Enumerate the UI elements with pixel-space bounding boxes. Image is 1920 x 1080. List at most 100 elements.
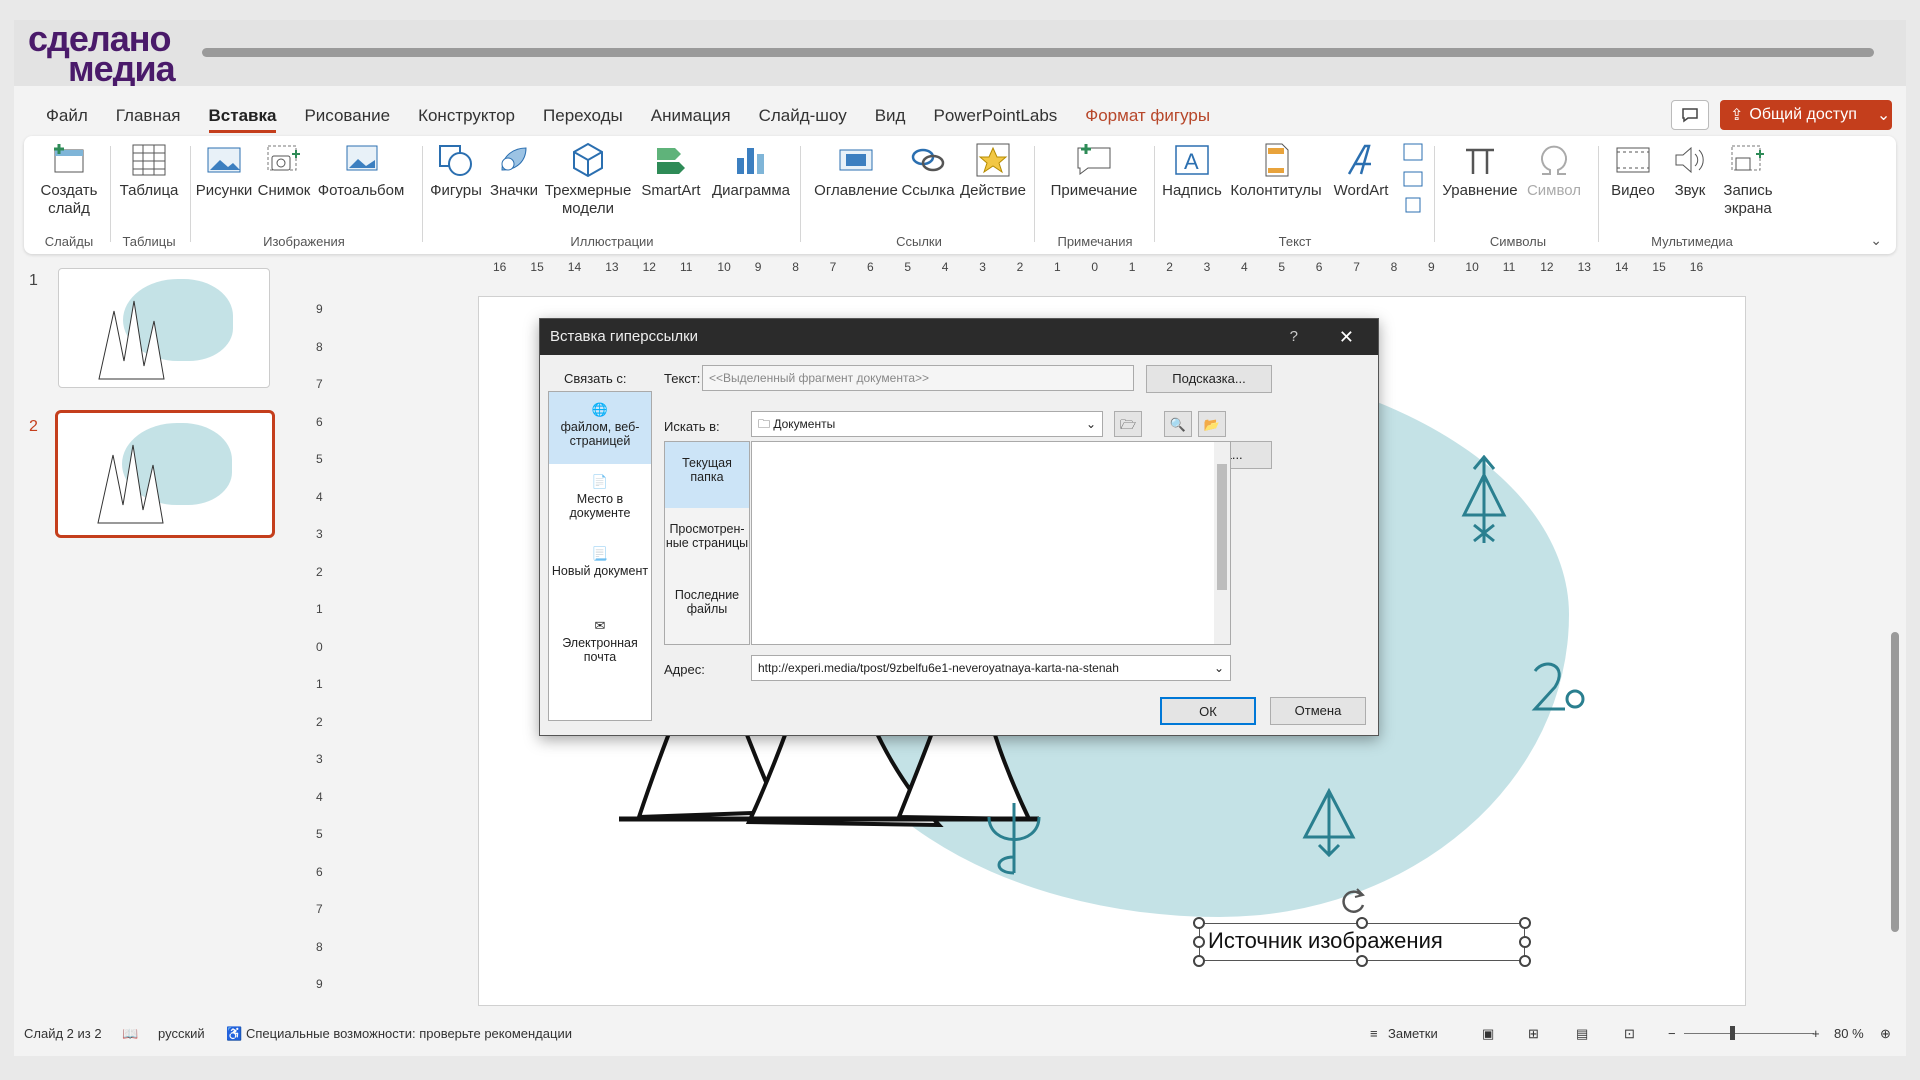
toc-button[interactable]: Оглавление — [814, 142, 898, 200]
screenshot-label: Снимок — [257, 182, 311, 199]
resize-handle-l[interactable] — [1193, 936, 1205, 948]
normal-view-icon[interactable]: ▣ — [1482, 1026, 1494, 1042]
camera-icon — [267, 145, 300, 171]
collapse-ribbon-icon[interactable]: ⌄ — [1870, 232, 1882, 249]
link-type-email[interactable]: ✉ Электронная почта — [549, 608, 651, 680]
new-slide-button[interactable]: Создать слайд — [34, 142, 104, 218]
rotate-handle-icon[interactable] — [1339, 887, 1369, 917]
resize-handle-tr[interactable] — [1519, 917, 1531, 929]
chart-button[interactable]: Диаграмма — [708, 142, 794, 200]
tab-view[interactable]: Вид — [861, 104, 920, 128]
comment-button[interactable]: Примечание — [1042, 142, 1146, 200]
header-footer-button[interactable]: Колонтитулы — [1228, 142, 1324, 200]
zoom-slider-thumb[interactable] — [1730, 1026, 1735, 1040]
tab-shape-format[interactable]: Формат фигуры — [1071, 104, 1224, 128]
display-text-field[interactable]: <<Выделенный фрагмент документа>> — [702, 365, 1134, 391]
tab-insert[interactable]: Вставка — [195, 104, 291, 133]
tab-powerpointlabs[interactable]: PowerPointLabs — [919, 104, 1071, 128]
language-status[interactable]: русский — [158, 1026, 205, 1041]
top-banner: сделано медиа — [14, 20, 1906, 87]
link-button[interactable]: Ссылка — [900, 142, 956, 200]
slide-sorter-icon[interactable]: ⊞ — [1528, 1026, 1539, 1042]
accessibility-status[interactable]: Специальные возможности: проверьте реком… — [246, 1026, 572, 1041]
shapes-button[interactable]: Фигуры — [426, 142, 486, 200]
cancel-button[interactable]: Отмена — [1270, 697, 1366, 725]
table-icon — [132, 144, 166, 176]
textbox-button[interactable]: A Надпись — [1158, 142, 1226, 200]
look-in-select[interactable]: 🗀 Документы ⌄ — [751, 411, 1103, 437]
slide-thumbnail-2[interactable] — [55, 410, 275, 538]
resize-handle-r[interactable] — [1519, 936, 1531, 948]
resize-handle-b[interactable] — [1356, 955, 1368, 967]
ruler-tick-label: 8 — [316, 939, 323, 954]
table-button[interactable]: Таблица — [114, 142, 184, 200]
resize-handle-t[interactable] — [1356, 917, 1368, 929]
browse-web-icon: 🔍 — [1169, 417, 1187, 432]
group-label-comments: Примечания — [1057, 234, 1133, 249]
recent-files-tab[interactable]: Последние файлы — [665, 574, 749, 640]
video-button[interactable]: Видео — [1602, 142, 1664, 200]
zoom-slider[interactable] — [1684, 1033, 1814, 1034]
reading-view-icon[interactable]: ▤ — [1576, 1026, 1588, 1042]
group-label-tables: Таблицы — [122, 234, 176, 249]
tab-file[interactable]: Файл — [32, 104, 102, 128]
browse-web-button[interactable]: 🔍 — [1164, 411, 1192, 437]
browse-file-button[interactable]: 📂 — [1198, 411, 1226, 437]
file-list-scroll-thumb[interactable] — [1217, 464, 1227, 590]
link-type-file-web[interactable]: 🌐 файлом, веб-страницей — [549, 392, 651, 464]
equation-button[interactable]: Уравнение — [1440, 142, 1520, 200]
date-time-button[interactable] — [1398, 142, 1428, 221]
fit-slide-icon[interactable]: ⊕ — [1880, 1026, 1891, 1042]
tab-animations[interactable]: Анимация — [637, 104, 745, 128]
notes-button[interactable]: Заметки — [1388, 1026, 1438, 1041]
separator — [422, 146, 423, 242]
3d-models-button[interactable]: Трехмерные модели — [542, 142, 634, 218]
link-type-place[interactable]: 📄 Место в документе — [549, 464, 651, 536]
icons-button[interactable]: Значки — [486, 142, 542, 200]
browsed-pages-tab[interactable]: Просмотрен-ные страницы — [665, 508, 749, 574]
screenshot-button[interactable]: Снимок — [254, 142, 314, 200]
resize-handle-br[interactable] — [1519, 955, 1531, 967]
slideshow-icon[interactable]: ⊡ — [1624, 1026, 1635, 1042]
screen-record-button[interactable]: Запись экрана — [1718, 142, 1778, 218]
resize-handle-bl[interactable] — [1193, 955, 1205, 967]
comment-label: Примечание — [1050, 182, 1138, 199]
ruler-tick-label: 8 — [792, 260, 799, 274]
file-list[interactable] — [751, 441, 1231, 645]
up-folder-button[interactable]: 🗁 — [1114, 411, 1142, 437]
tab-transitions[interactable]: Переходы — [529, 104, 637, 128]
tab-draw[interactable]: Рисование — [290, 104, 404, 128]
zoom-level[interactable]: 80 % — [1834, 1026, 1864, 1041]
photoalbum-button[interactable]: Фотоальбом — [316, 142, 406, 200]
ok-button[interactable]: ОК — [1160, 697, 1256, 725]
zoom-out-icon[interactable]: − — [1668, 1026, 1676, 1041]
resize-handle-tl[interactable] — [1193, 917, 1205, 929]
smartart-button[interactable]: SmartArt — [636, 142, 706, 200]
ruler-tick-label: 12 — [1540, 260, 1554, 274]
tab-slideshow[interactable]: Слайд-шоу — [745, 104, 861, 128]
wordart-button[interactable]: WordArt — [1326, 142, 1396, 200]
link-type-new-doc[interactable]: 📃 Новый документ — [549, 536, 651, 608]
look-in-label: Искать в: — [664, 419, 720, 434]
screentip-button[interactable]: Подсказка... — [1146, 365, 1272, 393]
slide-thumbnail-1[interactable] — [58, 268, 270, 388]
slide-scrollbar[interactable] — [1888, 262, 1902, 1002]
separator — [800, 146, 801, 242]
tab-home[interactable]: Главная — [102, 104, 195, 128]
book-icon[interactable]: 📖 — [122, 1026, 138, 1042]
pictures-button[interactable]: Рисунки — [194, 142, 254, 200]
action-button[interactable]: Действие — [958, 142, 1028, 200]
audio-button[interactable]: Звук — [1664, 142, 1716, 200]
tab-design[interactable]: Конструктор — [404, 104, 529, 128]
share-button[interactable]: ⇪ Общий доступ ⌄ — [1720, 100, 1892, 130]
zoom-in-icon[interactable]: + — [1812, 1026, 1820, 1041]
comments-button[interactable] — [1671, 100, 1709, 130]
scrollbar-thumb[interactable] — [1891, 632, 1899, 932]
help-button[interactable]: ? — [1290, 319, 1298, 355]
file-list-scrollbar[interactable] — [1214, 442, 1230, 644]
address-field[interactable]: http://experi.media/tpost/9zbelfu6e1-nev… — [751, 655, 1231, 681]
close-icon[interactable]: ✕ — [1339, 319, 1354, 355]
symbol-button[interactable]: Символ — [1522, 142, 1586, 200]
current-folder-tab[interactable]: Текущая папка — [665, 442, 749, 508]
screen-record-label: Запись экрана — [1723, 182, 1773, 217]
